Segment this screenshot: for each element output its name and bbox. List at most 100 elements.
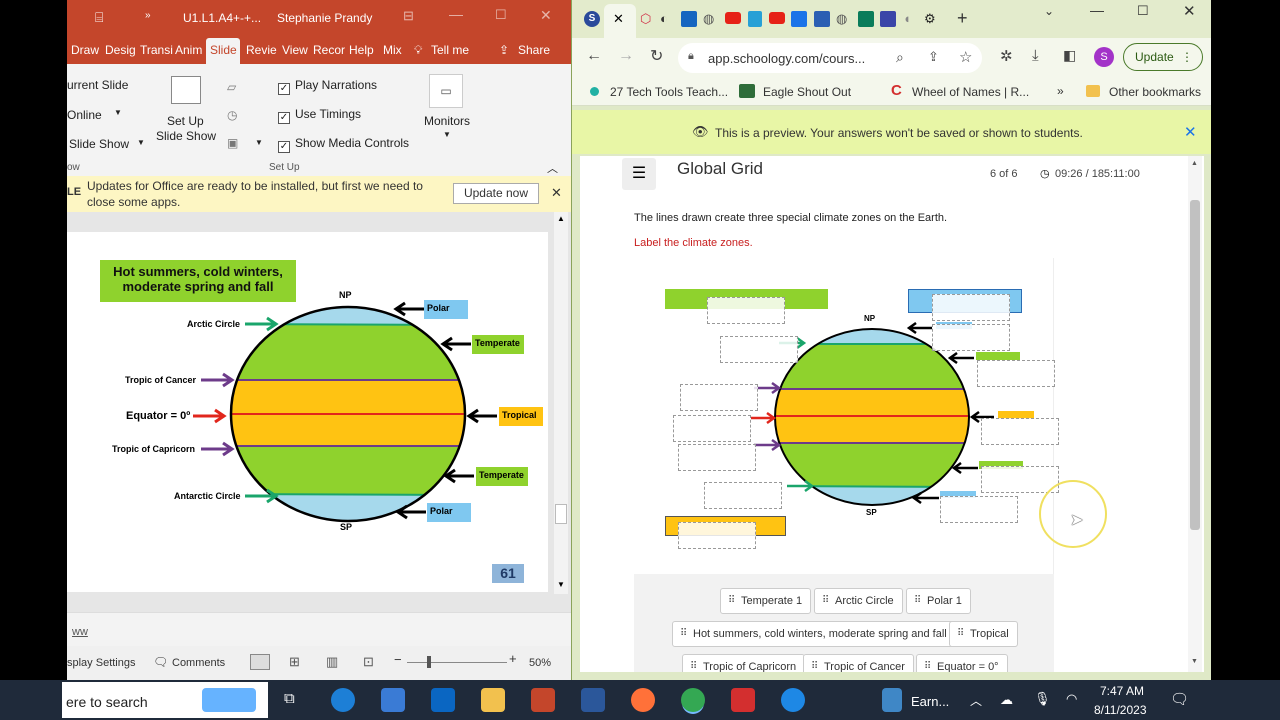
- hide-slide-icon[interactable]: ▱: [227, 80, 236, 94]
- share-button[interactable]: Share: [518, 43, 550, 57]
- tab-favicon-11[interactable]: [858, 11, 874, 27]
- url-text[interactable]: app.schoology.com/cours...: [708, 51, 865, 66]
- side-panel-icon[interactable]: ◧: [1063, 47, 1076, 64]
- task-view-icon[interactable]: ⧉: [284, 690, 295, 707]
- tab-favicon-3[interactable]: [681, 11, 697, 27]
- word-icon[interactable]: [581, 688, 605, 712]
- close-icon[interactable]: ✕: [540, 7, 552, 24]
- update-now-button[interactable]: Update now: [453, 183, 539, 204]
- taskbar-app-label[interactable]: Earn...: [911, 694, 949, 709]
- tab-help[interactable]: Help: [349, 43, 374, 57]
- setup-slideshow-line2[interactable]: Slide Show: [156, 129, 216, 143]
- chevron-down-icon[interactable]: ▼: [443, 130, 451, 139]
- chip-equator[interactable]: Equator = 0°: [916, 654, 1008, 672]
- chip-tropic-of-capricorn[interactable]: Tropic of Capricorn: [682, 654, 806, 672]
- tab-favicon-youtube-2[interactable]: [769, 12, 785, 24]
- other-bookmarks[interactable]: Other bookmarks: [1109, 85, 1201, 99]
- back-icon[interactable]: ←: [586, 47, 602, 65]
- setup-slideshow-icon[interactable]: [171, 76, 201, 104]
- rehearse-icon[interactable]: ◷: [227, 108, 237, 122]
- edge-icon[interactable]: [331, 688, 355, 712]
- tell-me-box[interactable]: Tell me: [431, 43, 469, 57]
- bookmark-tech-tools[interactable]: 27 Tech Tools Teach...: [610, 85, 728, 99]
- tab-favicon-10[interactable]: ◍: [836, 11, 847, 27]
- drop-zone[interactable]: [678, 522, 756, 549]
- comments-button[interactable]: Comments: [172, 657, 225, 669]
- drop-zone[interactable]: [680, 384, 758, 411]
- chevron-down-icon[interactable]: ▼: [114, 108, 122, 117]
- tab-favicon-youtube-1[interactable]: [725, 12, 741, 24]
- show-hidden-icons[interactable]: ︿: [970, 692, 982, 709]
- drop-zone[interactable]: [977, 360, 1055, 387]
- qat-more-icon[interactable]: »: [145, 10, 151, 21]
- tab-record[interactable]: Recor: [313, 43, 345, 57]
- chip-temperate-1[interactable]: Temperate 1: [720, 588, 812, 614]
- bookmark-wheel-of-names[interactable]: Wheel of Names | R...: [912, 85, 1029, 99]
- drop-zone[interactable]: [932, 324, 1010, 351]
- chip-polar-1[interactable]: Polar 1: [906, 588, 971, 614]
- chevron-down-icon[interactable]: ▼: [137, 138, 145, 147]
- use-timings-checkbox[interactable]: ✓ Use Timings: [278, 107, 361, 124]
- screen-recorder-icon[interactable]: [781, 688, 805, 712]
- forward-icon[interactable]: →: [618, 47, 634, 65]
- drop-zone[interactable]: [981, 466, 1059, 493]
- update-button[interactable]: Update ⋮: [1123, 43, 1203, 71]
- slide-61[interactable]: Hot summers, cold winters, moderate spri…: [67, 232, 548, 592]
- tab-favicon-13[interactable]: ◖: [903, 11, 911, 26]
- zoom-level[interactable]: 50%: [529, 657, 551, 669]
- zoom-in-icon[interactable]: +: [509, 651, 517, 666]
- drop-zone[interactable]: [673, 415, 751, 442]
- tab-favicon-8[interactable]: [791, 11, 807, 27]
- mail-icon[interactable]: [431, 688, 455, 712]
- tab-mix[interactable]: Mix: [383, 43, 402, 57]
- profile-avatar[interactable]: S: [1094, 47, 1114, 67]
- clock-date[interactable]: 8/11/2023: [1094, 703, 1147, 717]
- ribbon-display-icon[interactable]: ⊟: [403, 8, 414, 24]
- tab-animations[interactable]: Anim: [175, 43, 202, 57]
- slideshow-view-icon[interactable]: ⊡: [363, 654, 374, 670]
- drop-zone[interactable]: [720, 336, 798, 363]
- notification-icon[interactable]: 🗨︎: [1170, 690, 1189, 708]
- scroll-thumb[interactable]: [1190, 200, 1200, 530]
- chip-arctic-circle[interactable]: Arctic Circle: [814, 588, 903, 614]
- tab-view[interactable]: View: [282, 43, 308, 57]
- record-icon[interactable]: ▣: [227, 136, 238, 150]
- firefox-icon[interactable]: [631, 688, 655, 712]
- tab-favicon-4[interactable]: ◍: [703, 11, 714, 27]
- drop-zone[interactable]: [704, 482, 782, 509]
- tab-favicon-9[interactable]: [814, 11, 830, 27]
- onedrive-icon[interactable]: ☁: [1000, 692, 1013, 708]
- zoom-slider[interactable]: [407, 662, 507, 663]
- scroll-down-icon[interactable]: ▼: [557, 580, 565, 589]
- taskbar-search-box[interactable]: ere to search: [62, 682, 268, 718]
- tab-favicon-1[interactable]: ⬡: [640, 11, 651, 27]
- scroll-up-icon[interactable]: ▲: [557, 214, 565, 223]
- drop-zone[interactable]: [981, 418, 1059, 445]
- share-icon[interactable]: ⇪: [928, 49, 939, 65]
- present-online[interactable]: Online: [67, 108, 102, 122]
- minimize-icon[interactable]: —: [1090, 2, 1104, 18]
- monitors-icon[interactable]: ▭: [429, 74, 463, 108]
- bookmark-star-icon[interactable]: ☆: [959, 48, 972, 66]
- close-icon[interactable]: ✕: [1183, 2, 1196, 20]
- download-icon[interactable]: ⤓: [1032, 47, 1039, 64]
- drop-zone[interactable]: [678, 444, 756, 471]
- monitors-button[interactable]: Monitors: [424, 114, 470, 128]
- maximize-icon[interactable]: ☐: [1137, 3, 1149, 19]
- close-icon[interactable]: ✕: [551, 185, 562, 201]
- schoology-tab-icon[interactable]: S: [584, 11, 600, 27]
- chip-tropical[interactable]: Tropical: [949, 621, 1018, 647]
- tab-favicon-12[interactable]: [880, 11, 896, 27]
- drop-zone[interactable]: [940, 496, 1018, 523]
- address-bar[interactable]: 🔒︎ app.schoology.com/cours... ⌕ ⇪ ☆: [678, 43, 982, 73]
- chip-tropic-of-cancer[interactable]: Tropic of Cancer: [803, 654, 914, 672]
- tab-favicon-14[interactable]: ⚙: [924, 11, 936, 27]
- collapse-ribbon-icon[interactable]: ︿: [547, 160, 558, 176]
- slide-sorter-icon[interactable]: ⊞: [289, 654, 300, 670]
- microphone-icon[interactable]: 🎙︎: [1034, 691, 1051, 707]
- scroll-thumb[interactable]: [555, 504, 567, 524]
- from-current-slide[interactable]: urrent Slide: [67, 78, 128, 92]
- normal-view-icon[interactable]: [250, 654, 270, 670]
- more-menu-icon[interactable]: ⋮: [1181, 44, 1193, 70]
- vertical-scrollbar[interactable]: ▲ ▼: [1188, 156, 1202, 672]
